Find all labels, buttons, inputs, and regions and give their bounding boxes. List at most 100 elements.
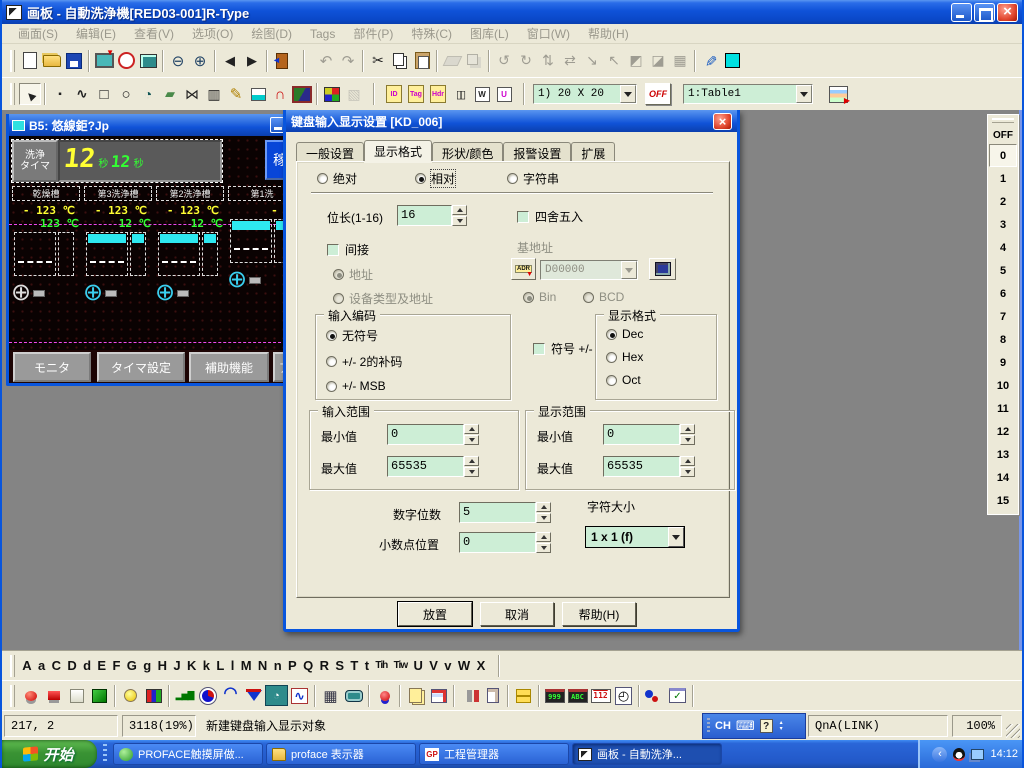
level-9-button[interactable]: 9: [989, 351, 1017, 374]
tag-letter[interactable]: v: [441, 658, 455, 673]
tank-wash2[interactable]: 第2洗浄槽 - 123 ℃ 12 ℃: [155, 186, 225, 304]
keypad-icon[interactable]: [319, 685, 342, 706]
next-screen-icon[interactable]: [241, 50, 263, 72]
hmi-canvas[interactable]: 洗浄 タイマ 12 秒 12 秒 稼 乾燥槽: [9, 136, 291, 386]
tag-letter[interactable]: C: [48, 658, 64, 673]
spin-down-icon[interactable]: [452, 216, 467, 226]
langbar-grip[interactable]: [707, 718, 710, 734]
scale-icon[interactable]: [203, 83, 225, 105]
table-combo[interactable]: 1:Table1: [683, 84, 813, 104]
tag-letter[interactable]: K: [184, 658, 200, 673]
rotate-right-icon[interactable]: [515, 50, 537, 72]
mode-relative-radio[interactable]: 相对: [415, 170, 455, 187]
zoom-out-icon[interactable]: [167, 50, 189, 72]
tab-alarm[interactable]: 报警设置: [503, 142, 571, 161]
menu-window[interactable]: 窗口(W): [519, 24, 578, 43]
blink-off-button[interactable]: OFF: [645, 83, 671, 105]
polygon-icon[interactable]: [181, 83, 203, 105]
panel-meter-icon[interactable]: [265, 685, 288, 706]
spin-down-icon[interactable]: [464, 435, 479, 445]
maximize-button[interactable]: [974, 3, 995, 22]
network-tray-icon[interactable]: [971, 749, 984, 760]
help-button[interactable]: 帮助(H): [562, 602, 636, 626]
quicklaunch-divider[interactable]: [103, 744, 107, 764]
qq-tray-icon[interactable]: [953, 748, 965, 761]
screen-editor-window[interactable]: B5: 悠線鉅?Jp 洗浄 タイマ 12 秒 12 秒 稼: [6, 114, 294, 386]
table-combo-arrow[interactable]: [796, 85, 812, 103]
tag-letter[interactable]: R: [316, 658, 332, 673]
file-item-icon[interactable]: [481, 685, 504, 706]
w-mark-icon[interactable]: W: [471, 83, 493, 105]
tag-letter[interactable]: Tiw: [390, 660, 410, 671]
flip-vertical-icon[interactable]: [537, 50, 559, 72]
alarm-clock-icon[interactable]: [115, 50, 137, 72]
tag-letter[interactable]: d: [80, 658, 94, 673]
spin-down-icon[interactable]: [536, 513, 551, 523]
dialog-titlebar[interactable]: 键盘输入显示设置 [KD_006] ×: [286, 110, 737, 132]
timer-digital-display[interactable]: 12 秒 12 秒: [58, 140, 222, 182]
tag-letter[interactable]: T: [347, 658, 361, 673]
tag-letter[interactable]: L: [213, 658, 227, 673]
toolbar-grip[interactable]: [10, 83, 15, 105]
group-icon[interactable]: [669, 50, 691, 72]
level-14-button[interactable]: 14: [989, 466, 1017, 489]
display-max-value[interactable]: 65535: [603, 456, 680, 477]
bar-graph-icon[interactable]: [173, 685, 196, 706]
display-min-value[interactable]: 0: [603, 424, 680, 445]
input-max-value[interactable]: 65535: [387, 456, 464, 477]
tag-letter[interactable]: P: [285, 658, 300, 673]
toolbar-grip[interactable]: [992, 118, 1014, 123]
text-display-icon[interactable]: ABC: [566, 685, 589, 706]
spin-up-icon[interactable]: [464, 424, 479, 434]
select-arrow-icon[interactable]: [19, 83, 41, 105]
hdr-tag-icon[interactable]: Hdr: [427, 83, 449, 105]
level-13-button[interactable]: 13: [989, 443, 1017, 466]
menu-library[interactable]: 图库(L): [462, 24, 517, 43]
logging-display-icon[interactable]: [427, 685, 450, 706]
level-off-button[interactable]: OFF: [989, 126, 1017, 144]
spin-down-icon[interactable]: [536, 543, 551, 553]
hex-radio[interactable]: Hex: [606, 350, 716, 364]
send-back-icon[interactable]: [647, 50, 669, 72]
tag-letter[interactable]: M: [238, 658, 255, 673]
spin-up-icon[interactable]: [680, 424, 695, 434]
decimal-spinner[interactable]: 0: [459, 532, 551, 553]
table-edit-icon[interactable]: [827, 83, 849, 105]
id-tag-icon[interactable]: ID: [383, 83, 405, 105]
close-button[interactable]: [997, 3, 1018, 22]
text-pen-icon[interactable]: [225, 83, 247, 105]
rectangle-icon[interactable]: [93, 83, 115, 105]
data-transfer-icon[interactable]: [458, 685, 481, 706]
task-proface-web[interactable]: PROFACE触摸屏做...: [113, 743, 263, 765]
toolbar-grip[interactable]: [10, 50, 15, 72]
spin-up-icon[interactable]: [464, 456, 479, 466]
arc-icon[interactable]: [137, 83, 159, 105]
spin-up-icon[interactable]: [536, 502, 551, 512]
monitor-button[interactable]: モニタ: [13, 352, 91, 382]
cancel-button[interactable]: 取消: [480, 602, 554, 626]
tag-letter[interactable]: W: [455, 658, 474, 673]
tag-letter[interactable]: X: [473, 658, 488, 673]
spin-down-icon[interactable]: [680, 435, 695, 445]
msb-radio[interactable]: +/- MSB: [326, 379, 510, 393]
tag-letter[interactable]: g: [140, 658, 154, 673]
zoom-in-icon[interactable]: [189, 50, 211, 72]
display-max-spinner[interactable]: 65535: [603, 456, 695, 477]
task-drawing-board[interactable]: 画板 - 自動洗浄...: [572, 743, 722, 765]
numeric-display-icon[interactable]: 999: [543, 685, 566, 706]
block-parts-icon[interactable]: [512, 685, 535, 706]
shrink-icon[interactable]: [581, 50, 603, 72]
twos-complement-radio[interactable]: +/- 2的补码: [326, 353, 510, 370]
tank-wash3[interactable]: 第3洗浄槽 - 123 ℃ 12 ℃: [83, 186, 153, 304]
pie-graph-icon[interactable]: [196, 685, 219, 706]
minimize-button[interactable]: [951, 3, 972, 22]
menu-edit[interactable]: 编辑(E): [68, 24, 124, 43]
function-switch-icon[interactable]: [65, 685, 88, 706]
rotate-left-icon[interactable]: [493, 50, 515, 72]
bin-radio[interactable]: Bin: [523, 290, 556, 304]
draw-parts-icon[interactable]: [643, 685, 666, 706]
ime-help-icon[interactable]: ?: [760, 719, 773, 733]
rounding-checkbox[interactable]: 四舍五入: [517, 208, 583, 225]
input-min-spinner[interactable]: 0: [387, 424, 479, 445]
tank-dry[interactable]: 乾燥槽 - 123 ℃ 123 ℃: [11, 186, 81, 304]
